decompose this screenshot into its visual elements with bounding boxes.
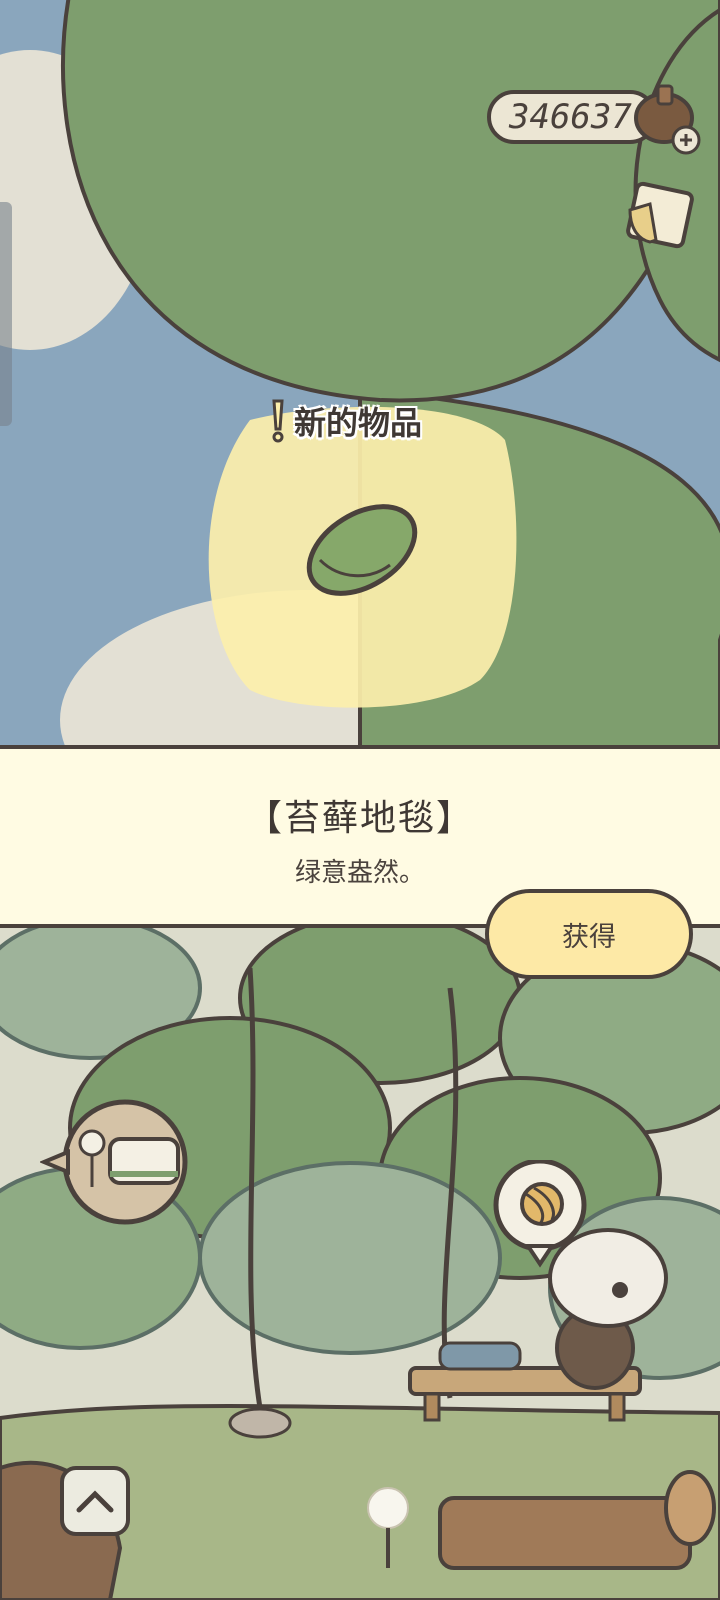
new-item-notice: 新的物品: [268, 398, 422, 444]
notebook-icon[interactable]: [620, 180, 700, 260]
side-drawer-handle[interactable]: [0, 202, 12, 426]
train-station-icon[interactable]: [40, 1097, 190, 1227]
new-item-label: 新的物品: [294, 404, 423, 442]
currency-amount: 346637: [509, 97, 632, 137]
collapse-button[interactable]: [60, 1466, 130, 1536]
exclamation-icon: [272, 399, 284, 443]
item-name: 【苔藓地毯】: [245, 798, 474, 839]
item-description: 绿意盎然。: [294, 858, 425, 888]
acorn-icon[interactable]: [630, 78, 710, 158]
chevron-up-icon: [76, 1490, 114, 1513]
obtain-button[interactable]: 获得: [485, 889, 693, 979]
yarn-icon[interactable]: [490, 1160, 600, 1270]
obtain-button-label: 获得: [562, 921, 616, 953]
